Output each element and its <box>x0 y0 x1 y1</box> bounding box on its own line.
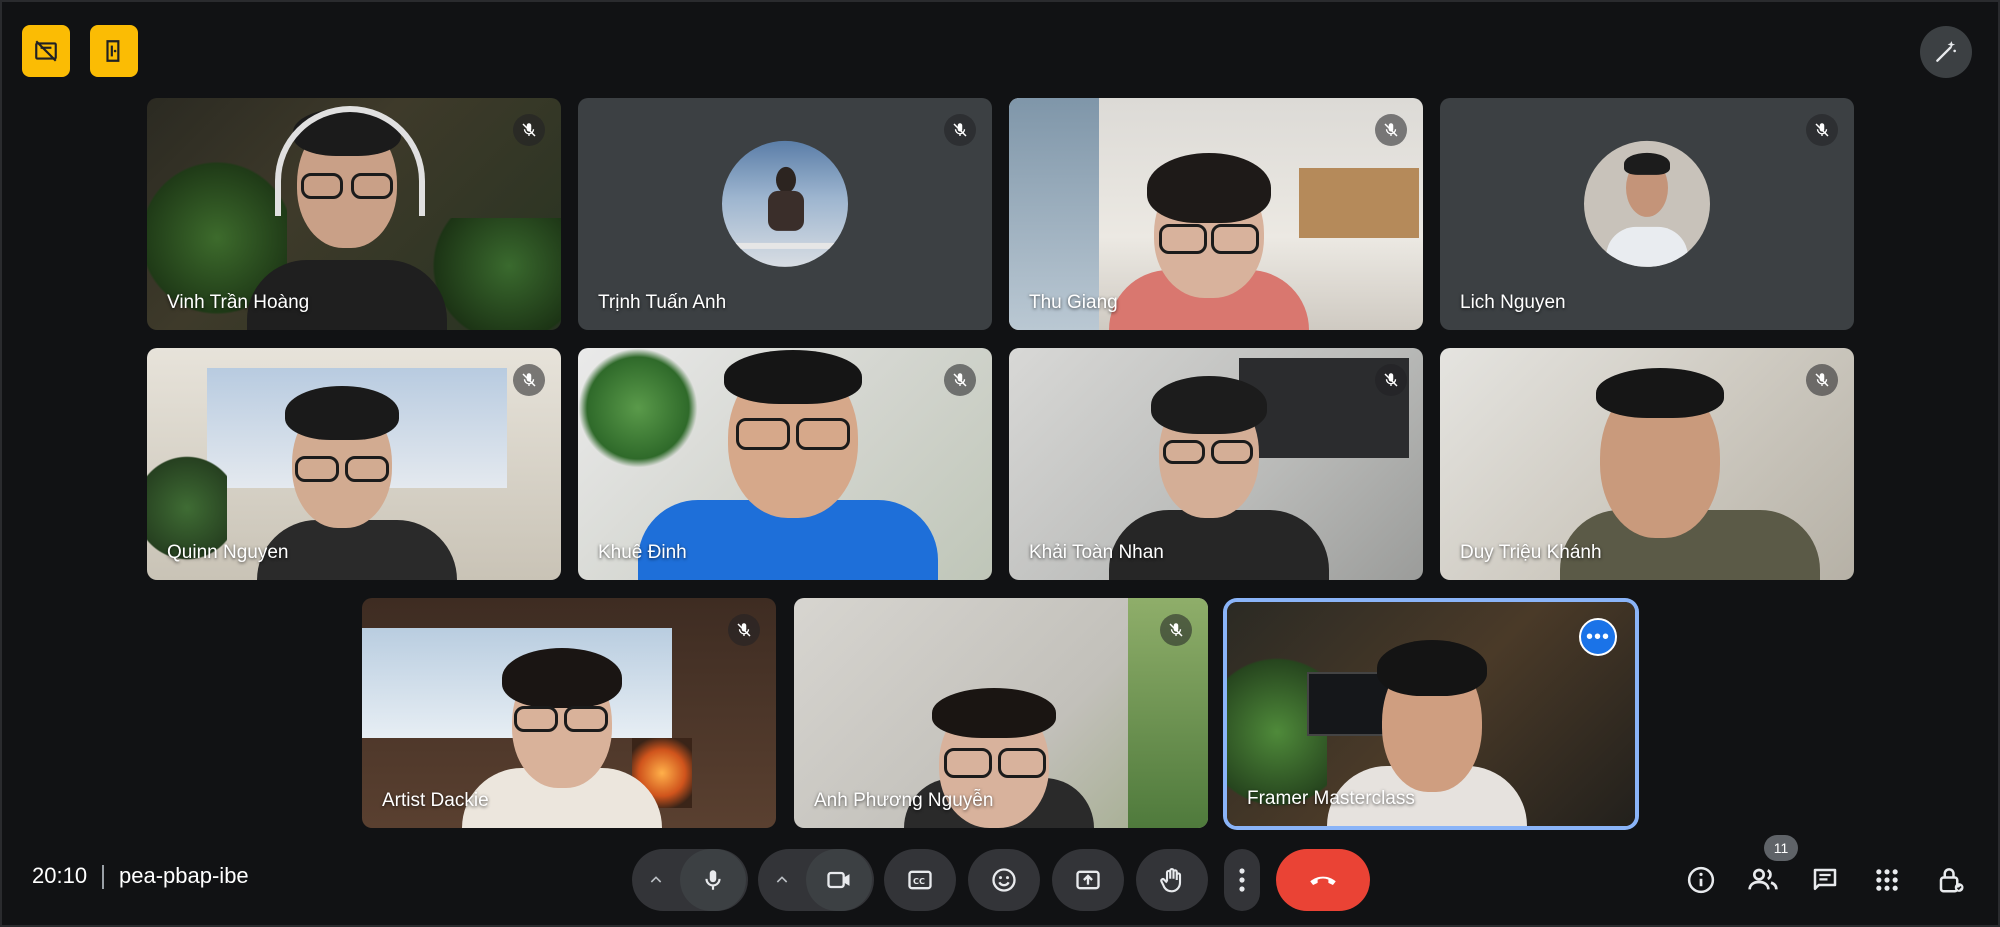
mic-options-button[interactable] <box>632 849 680 911</box>
chat-icon <box>1813 868 1837 890</box>
microphone-button[interactable] <box>680 849 746 911</box>
participant-name: Anh Phương Nguyễn <box>814 790 994 811</box>
mic-off-icon <box>1815 123 1829 137</box>
mic-off-icon <box>1169 623 1183 637</box>
camera-button[interactable] <box>806 849 872 911</box>
mic-off-icon <box>953 373 967 387</box>
participant-tile[interactable]: Thu Giang <box>1009 98 1423 330</box>
host-lock-icon <box>1939 868 1964 893</box>
participant-tile[interactable]: Vinh Trần Hoàng <box>147 98 561 330</box>
activities-button[interactable] <box>1864 857 1910 903</box>
divider <box>102 865 104 889</box>
participant-name: Vinh Trần Hoàng <box>167 292 310 313</box>
host-controls-button[interactable] <box>22 25 70 77</box>
captions-icon: CC <box>908 870 932 890</box>
participant-tile[interactable]: Artist Dackie <box>362 598 776 828</box>
people-button[interactable] <box>1740 857 1786 903</box>
more-vert-icon <box>1239 868 1245 892</box>
microphone-icon <box>705 870 721 890</box>
muted-indicator <box>1375 114 1407 146</box>
participant-avatar <box>722 140 848 267</box>
more-options-menu-button[interactable] <box>1224 849 1260 911</box>
participant-name: Framer Masterclass <box>1247 788 1415 809</box>
mic-control-group <box>632 849 748 911</box>
mic-off-icon <box>1384 373 1398 387</box>
muted-indicator <box>1806 364 1838 396</box>
participant-tile-self[interactable]: ••• Framer Masterclass <box>1227 602 1635 826</box>
participant-name: Trịnh Tuấn Anh <box>598 292 727 313</box>
participant-tile[interactable]: Quinn Nguyen <box>147 348 561 580</box>
mic-off-icon <box>1815 373 1829 387</box>
meeting-details-button[interactable] <box>1678 857 1724 903</box>
participant-tile[interactable]: Duy Triệu Khánh <box>1440 348 1854 580</box>
info-icon <box>1687 866 1715 894</box>
participant-name: Khải Toàn Nhan <box>1029 542 1164 563</box>
camera-control-group <box>758 849 874 911</box>
participant-tile[interactable]: Anh Phương Nguyễn <box>794 598 1208 828</box>
muted-indicator <box>1375 364 1407 396</box>
host-controls-panel-button[interactable] <box>1928 857 1974 903</box>
mic-off-icon <box>953 123 967 137</box>
participant-tile[interactable]: Khuê Đinh <box>578 348 992 580</box>
mic-off-icon <box>522 123 536 137</box>
participant-tile[interactable]: Lich Nguyen <box>1440 98 1854 330</box>
meeting-time: 20:10 <box>32 863 88 888</box>
participant-tile[interactable]: Khải Toàn Nhan <box>1009 348 1423 580</box>
exit-door-icon <box>106 40 120 62</box>
raise-hand-button[interactable] <box>1136 849 1208 911</box>
camera-options-button[interactable] <box>758 849 806 911</box>
muted-indicator <box>513 114 545 146</box>
muted-indicator <box>1806 114 1838 146</box>
chevron-up-icon <box>776 876 788 883</box>
participant-avatar <box>1584 140 1710 267</box>
reactions-button[interactable] <box>968 849 1040 911</box>
raise-hand-icon <box>1160 868 1182 893</box>
people-icon <box>1748 868 1778 890</box>
camera-icon <box>827 871 850 889</box>
mic-off-icon <box>522 373 536 387</box>
participant-name: Quinn Nguyen <box>167 542 289 563</box>
more-options-icon: ••• <box>1585 625 1610 648</box>
present-screen-icon <box>1076 870 1100 890</box>
end-call-button[interactable] <box>1276 849 1370 911</box>
participant-name: Duy Triệu Khánh <box>1460 542 1602 563</box>
captions-button[interactable]: CC <box>884 849 956 911</box>
present-button[interactable] <box>1052 849 1124 911</box>
muted-indicator <box>728 614 760 646</box>
meet-window: Vinh Trần Hoàng Trịnh Tuấn Anh Thu Giang <box>0 0 2000 927</box>
end-call-icon <box>1310 876 1336 885</box>
mic-off-icon <box>1384 123 1398 137</box>
more-options-button[interactable]: ••• <box>1579 618 1617 656</box>
host-controls-icon <box>35 40 57 62</box>
chat-button[interactable] <box>1802 857 1848 903</box>
svg-text:CC: CC <box>913 876 925 886</box>
visual-effects-button[interactable] <box>1920 26 1972 78</box>
participant-name: Khuê Đinh <box>598 542 687 563</box>
visual-effects-icon <box>1936 41 1956 62</box>
muted-indicator <box>513 364 545 396</box>
exit-button[interactable] <box>90 25 138 77</box>
meeting-code: pea-pbap-ibe <box>119 863 249 888</box>
chevron-up-icon <box>650 876 662 883</box>
apps-icon <box>1876 869 1898 891</box>
emoji-icon <box>992 868 1016 892</box>
participant-tile[interactable]: Trịnh Tuấn Anh <box>578 98 992 330</box>
muted-indicator <box>1160 614 1192 646</box>
participant-name: Lich Nguyen <box>1460 292 1566 313</box>
muted-indicator <box>944 364 976 396</box>
participant-name: Artist Dackie <box>382 790 489 811</box>
mic-off-icon <box>737 623 751 637</box>
muted-indicator <box>944 114 976 146</box>
participant-name: Thu Giang <box>1029 292 1118 313</box>
